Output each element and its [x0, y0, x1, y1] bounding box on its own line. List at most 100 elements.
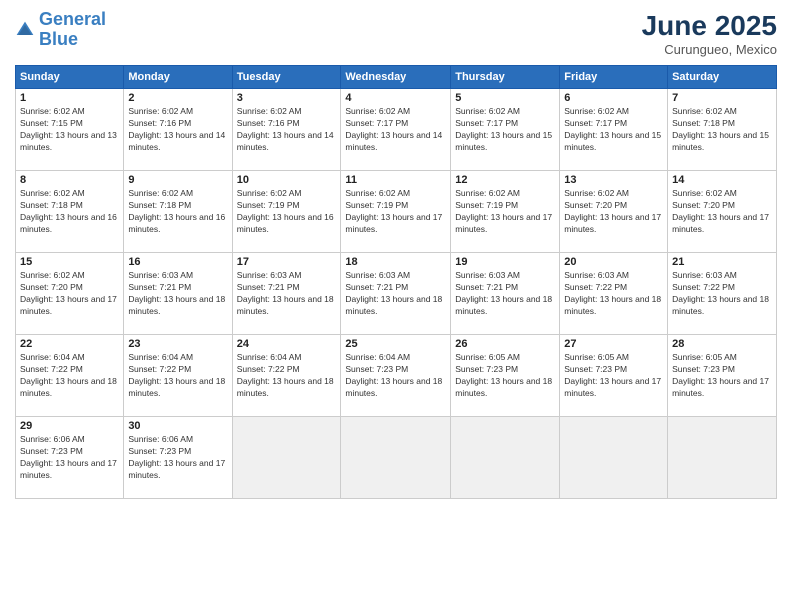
table-row: 27Sunrise: 6:05 AMSunset: 7:23 PMDayligh… — [560, 335, 668, 417]
day-info: Sunrise: 6:06 AMSunset: 7:23 PMDaylight:… — [20, 434, 119, 482]
day-number: 26 — [455, 338, 555, 350]
table-row: 29 Sunrise: 6:06 AMSunset: 7:23 PMDayligh… — [16, 417, 124, 499]
table-row: 3 Sunrise: 6:02 AMSunset: 7:16 PMDaylight… — [232, 89, 341, 171]
day-number: 6 — [564, 92, 663, 104]
day-number: 15 — [20, 256, 119, 268]
table-row: 9 Sunrise: 6:02 AMSunset: 7:18 PMDaylight… — [124, 171, 232, 253]
header: General Blue June 2025 Curungueo, Mexico — [15, 10, 777, 57]
col-saturday: Saturday — [668, 66, 777, 89]
col-wednesday: Wednesday — [341, 66, 451, 89]
title-block: June 2025 Curungueo, Mexico — [642, 10, 777, 57]
table-row: 26 Sunrise: 6:05 AMSunset: 7:23 PMDayligh… — [451, 335, 560, 417]
table-row: 28Sunrise: 6:05 AMSunset: 7:23 PMDayligh… — [668, 335, 777, 417]
day-number: 30 — [128, 420, 227, 432]
day-info: Sunrise: 6:02 AMSunset: 7:17 PMDaylight:… — [345, 106, 446, 154]
day-number: 21 — [672, 256, 772, 268]
day-info: Sunrise: 6:02 AMSunset: 7:17 PMDaylight:… — [564, 106, 663, 154]
day-number: 20 — [564, 256, 663, 268]
table-row: 13 Sunrise: 6:02 AMSunset: 7:20 PMDayligh… — [560, 171, 668, 253]
day-info: Sunrise: 6:02 AMSunset: 7:19 PMDaylight:… — [455, 188, 555, 236]
day-info: Sunrise: 6:06 AMSunset: 7:23 PMDaylight:… — [128, 434, 227, 482]
table-row: 14 Sunrise: 6:02 AMSunset: 7:20 PMDayligh… — [668, 171, 777, 253]
table-row — [560, 417, 668, 499]
table-row: 2 Sunrise: 6:02 AMSunset: 7:16 PMDaylight… — [124, 89, 232, 171]
day-number: 22 — [20, 338, 119, 350]
day-number: 29 — [20, 420, 119, 432]
col-friday: Friday — [560, 66, 668, 89]
day-number: 14 — [672, 174, 772, 186]
day-info: Sunrise: 6:02 AMSunset: 7:18 PMDaylight:… — [128, 188, 227, 236]
month-title: June 2025 — [642, 10, 777, 42]
day-info: Sunrise: 6:04 AMSunset: 7:22 PMDaylight:… — [237, 352, 337, 400]
page: General Blue June 2025 Curungueo, Mexico… — [0, 0, 792, 612]
day-info: Sunrise: 6:02 AMSunset: 7:19 PMDaylight:… — [237, 188, 337, 236]
table-row — [341, 417, 451, 499]
table-row: 12 Sunrise: 6:02 AMSunset: 7:19 PMDayligh… — [451, 171, 560, 253]
calendar-week-row: 22 Sunrise: 6:04 AMSunset: 7:22 PMDayligh… — [16, 335, 777, 417]
table-row: 24 Sunrise: 6:04 AMSunset: 7:22 PMDayligh… — [232, 335, 341, 417]
day-number: 2 — [128, 92, 227, 104]
table-row: 11 Sunrise: 6:02 AMSunset: 7:19 PMDayligh… — [341, 171, 451, 253]
table-row: 8 Sunrise: 6:02 AMSunset: 7:18 PMDaylight… — [16, 171, 124, 253]
day-info: Sunrise: 6:02 AMSunset: 7:15 PMDaylight:… — [20, 106, 119, 154]
day-info: Sunrise: 6:03 AMSunset: 7:21 PMDaylight:… — [237, 270, 337, 318]
table-row: 20Sunrise: 6:03 AMSunset: 7:22 PMDayligh… — [560, 253, 668, 335]
day-info: Sunrise: 6:03 AMSunset: 7:21 PMDaylight:… — [128, 270, 227, 318]
day-info: Sunrise: 6:02 AMSunset: 7:20 PMDaylight:… — [672, 188, 772, 236]
calendar-week-row: 8 Sunrise: 6:02 AMSunset: 7:18 PMDaylight… — [16, 171, 777, 253]
table-row: 25 Sunrise: 6:04 AMSunset: 7:23 PMDayligh… — [341, 335, 451, 417]
col-sunday: Sunday — [16, 66, 124, 89]
col-monday: Monday — [124, 66, 232, 89]
day-number: 10 — [237, 174, 337, 186]
day-info: Sunrise: 6:04 AMSunset: 7:22 PMDaylight:… — [128, 352, 227, 400]
day-info: Sunrise: 6:02 AMSunset: 7:17 PMDaylight:… — [455, 106, 555, 154]
table-row: 30 Sunrise: 6:06 AMSunset: 7:23 PMDayligh… — [124, 417, 232, 499]
table-row: 1Sunrise: 6:02 AMSunset: 7:15 PMDaylight… — [16, 89, 124, 171]
day-info: Sunrise: 6:03 AMSunset: 7:22 PMDaylight:… — [672, 270, 772, 318]
day-number: 24 — [237, 338, 337, 350]
day-info: Sunrise: 6:02 AMSunset: 7:19 PMDaylight:… — [345, 188, 446, 236]
day-number: 11 — [345, 174, 446, 186]
day-info: Sunrise: 6:04 AMSunset: 7:23 PMDaylight:… — [345, 352, 446, 400]
day-info: Sunrise: 6:02 AMSunset: 7:16 PMDaylight:… — [237, 106, 337, 154]
day-number: 3 — [237, 92, 337, 104]
day-number: 8 — [20, 174, 119, 186]
table-row: 19 Sunrise: 6:03 AMSunset: 7:21 PMDayligh… — [451, 253, 560, 335]
day-info: Sunrise: 6:02 AMSunset: 7:16 PMDaylight:… — [128, 106, 227, 154]
day-info: Sunrise: 6:04 AMSunset: 7:22 PMDaylight:… — [20, 352, 119, 400]
day-number: 27 — [564, 338, 663, 350]
table-row: 18 Sunrise: 6:03 AMSunset: 7:21 PMDayligh… — [341, 253, 451, 335]
day-number: 16 — [128, 256, 227, 268]
day-number: 25 — [345, 338, 446, 350]
calendar-header-row: Sunday Monday Tuesday Wednesday Thursday… — [16, 66, 777, 89]
day-info: Sunrise: 6:05 AMSunset: 7:23 PMDaylight:… — [455, 352, 555, 400]
day-info: Sunrise: 6:03 AMSunset: 7:21 PMDaylight:… — [345, 270, 446, 318]
day-number: 18 — [345, 256, 446, 268]
day-number: 12 — [455, 174, 555, 186]
calendar-week-row: 1Sunrise: 6:02 AMSunset: 7:15 PMDaylight… — [16, 89, 777, 171]
day-number: 19 — [455, 256, 555, 268]
table-row: 22 Sunrise: 6:04 AMSunset: 7:22 PMDayligh… — [16, 335, 124, 417]
table-row: 23Sunrise: 6:04 AMSunset: 7:22 PMDayligh… — [124, 335, 232, 417]
day-number: 13 — [564, 174, 663, 186]
day-info: Sunrise: 6:02 AMSunset: 7:20 PMDaylight:… — [20, 270, 119, 318]
table-row — [668, 417, 777, 499]
day-info: Sunrise: 6:02 AMSunset: 7:20 PMDaylight:… — [564, 188, 663, 236]
day-number: 4 — [345, 92, 446, 104]
day-number: 17 — [237, 256, 337, 268]
col-tuesday: Tuesday — [232, 66, 341, 89]
table-row: 10 Sunrise: 6:02 AMSunset: 7:19 PMDayligh… — [232, 171, 341, 253]
table-row: 6 Sunrise: 6:02 AMSunset: 7:17 PMDaylight… — [560, 89, 668, 171]
calendar-week-row: 15 Sunrise: 6:02 AMSunset: 7:20 PMDayligh… — [16, 253, 777, 335]
table-row: 7Sunrise: 6:02 AMSunset: 7:18 PMDaylight… — [668, 89, 777, 171]
day-number: 9 — [128, 174, 227, 186]
table-row: 21 Sunrise: 6:03 AMSunset: 7:22 PMDayligh… — [668, 253, 777, 335]
table-row: 17 Sunrise: 6:03 AMSunset: 7:21 PMDayligh… — [232, 253, 341, 335]
day-info: Sunrise: 6:02 AMSunset: 7:18 PMDaylight:… — [20, 188, 119, 236]
logo-text: General Blue — [39, 10, 106, 50]
calendar-week-row: 29 Sunrise: 6:06 AMSunset: 7:23 PMDayligh… — [16, 417, 777, 499]
location: Curungueo, Mexico — [642, 42, 777, 57]
table-row: 16 Sunrise: 6:03 AMSunset: 7:21 PMDayligh… — [124, 253, 232, 335]
day-info: Sunrise: 6:05 AMSunset: 7:23 PMDaylight:… — [672, 352, 772, 400]
day-info: Sunrise: 6:03 AMSunset: 7:21 PMDaylight:… — [455, 270, 555, 318]
